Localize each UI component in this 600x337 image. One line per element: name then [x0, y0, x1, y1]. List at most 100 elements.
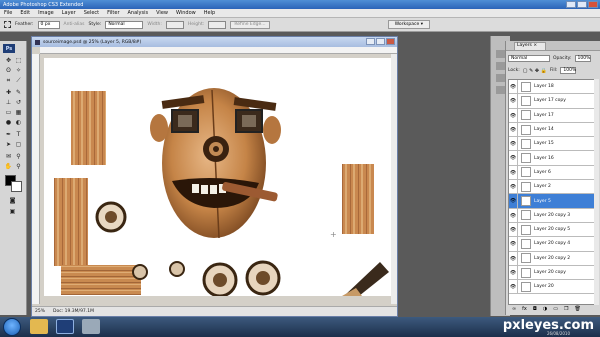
move-tool-icon[interactable]: ✥ — [4, 57, 13, 65]
screen-mode-icon[interactable]: ▣ — [8, 208, 17, 216]
menu-filter[interactable]: Filter — [107, 10, 119, 16]
layer-row[interactable]: 👁 Layer 20 copy 3 — [509, 208, 594, 223]
lasso-tool-icon[interactable]: ʘ — [4, 67, 13, 75]
eye-icon[interactable]: 👁 — [509, 280, 518, 294]
canvas[interactable]: + — [44, 58, 391, 296]
workspace-button[interactable]: Workspace ▾ — [387, 20, 430, 29]
clone-stamp-tool-icon[interactable]: ⊥ — [4, 99, 13, 107]
layer-row[interactable]: 👁 Layer 20 — [509, 280, 594, 295]
minimize-button[interactable] — [566, 1, 576, 8]
antialias-checkbox[interactable]: Anti-alias — [64, 22, 85, 27]
eye-icon[interactable]: 👁 — [509, 180, 518, 194]
background-color-swatch[interactable] — [11, 181, 22, 192]
eye-icon[interactable]: 👁 — [509, 94, 518, 108]
trash-icon[interactable]: 🗑 — [574, 306, 580, 312]
brush-tool-icon[interactable]: ✎ — [14, 89, 23, 97]
feather-input[interactable]: 0 px — [37, 20, 60, 29]
layer-row[interactable]: 👁 Layer 6 — [509, 165, 594, 181]
width-input[interactable] — [165, 20, 184, 29]
blur-tool-icon[interactable]: ● — [4, 119, 13, 127]
layer-row[interactable]: 👁 Layer 18 — [509, 80, 594, 95]
menu-view[interactable]: View — [156, 10, 168, 16]
doc-minimize-button[interactable] — [366, 38, 375, 45]
close-button[interactable] — [588, 1, 598, 8]
pen-tool-icon[interactable]: ✒ — [4, 131, 13, 139]
type-tool-icon[interactable]: T — [14, 131, 23, 139]
layer-row[interactable]: 👁 Layer 15 — [509, 137, 594, 152]
zoom-level[interactable]: 25% — [35, 309, 45, 314]
layer-row[interactable]: 👁 Layer 16 — [509, 151, 594, 166]
layer-row[interactable]: 👁 Layer 17 — [509, 108, 594, 123]
layer-row[interactable]: 👁 Layer 20 copy — [509, 265, 594, 281]
app-taskbar-icon[interactable] — [82, 319, 100, 334]
marquee-tool-icon[interactable] — [4, 21, 11, 28]
menu-file[interactable]: File — [4, 10, 12, 16]
fill-input[interactable]: 100% — [560, 67, 577, 74]
eye-icon[interactable]: 👁 — [509, 137, 518, 151]
layer-row[interactable]: 👁 Layer 17 copy — [509, 94, 594, 109]
eye-icon[interactable]: 👁 — [509, 151, 518, 165]
layer-row[interactable]: 👁 Layer 20 copy 4 — [509, 237, 594, 252]
eyedropper-tool-icon[interactable]: ⚲ — [14, 153, 23, 161]
zoom-tool-icon[interactable]: ⚲ — [14, 163, 23, 171]
eye-icon[interactable]: 👁 — [509, 165, 518, 180]
eye-icon[interactable]: 👁 — [509, 194, 518, 208]
lock-icons[interactable]: ▢ ✎ ✥ 🔒 — [523, 68, 547, 74]
hand-tool-icon[interactable]: ✋ — [4, 163, 13, 171]
tab-layers[interactable]: Layers × — [514, 42, 546, 51]
fx-icon[interactable]: fx — [522, 306, 527, 312]
vertical-scrollbar[interactable] — [391, 54, 397, 304]
eye-icon[interactable]: 👁 — [509, 265, 518, 280]
gradient-tool-icon[interactable]: ▦ — [14, 109, 23, 117]
explorer-taskbar-icon[interactable] — [30, 319, 48, 334]
doc-maximize-button[interactable] — [376, 38, 385, 45]
new-layer-icon[interactable]: ❐ — [564, 306, 568, 312]
menu-layer[interactable]: Layer — [62, 10, 76, 16]
healing-brush-tool-icon[interactable]: ✚ — [4, 89, 13, 97]
document-title-bar[interactable]: sourceimage.psd @ 25% (Layer 5, RGB/8#) — [32, 37, 397, 47]
slice-tool-icon[interactable]: ⟋ — [14, 77, 23, 85]
history-brush-tool-icon[interactable]: ↺ — [14, 99, 23, 107]
layer-row[interactable]: 👁 Layer 20 copy 2 — [509, 251, 594, 266]
path-selection-tool-icon[interactable]: ➤ — [4, 141, 13, 149]
menu-help[interactable]: Help — [204, 10, 215, 16]
start-button[interactable] — [3, 318, 21, 336]
refine-edge-button[interactable]: Refine Edge... — [230, 20, 270, 29]
blend-mode-select[interactable]: Normal — [508, 55, 550, 62]
marquee-tool-icon[interactable]: ⬚ — [14, 57, 23, 65]
menu-image[interactable]: Image — [38, 10, 54, 16]
crop-tool-icon[interactable]: ⌗ — [4, 77, 13, 85]
maximize-button[interactable] — [577, 1, 587, 8]
link-layers-icon[interactable]: ∞ — [512, 306, 516, 312]
group-icon[interactable]: ▭ — [553, 306, 558, 312]
shape-tool-icon[interactable]: ▢ — [14, 141, 23, 149]
height-input[interactable] — [208, 20, 227, 29]
eye-icon[interactable]: 👁 — [509, 251, 518, 265]
layer-row[interactable]: 👁 Layer 20 copy 5 — [509, 222, 594, 238]
eye-icon[interactable]: 👁 — [509, 108, 518, 122]
doc-close-button[interactable] — [386, 38, 395, 45]
opacity-input[interactable]: 100% — [574, 55, 591, 62]
layers-scrollbar[interactable] — [594, 79, 599, 305]
notes-tool-icon[interactable]: ✉ — [4, 153, 13, 161]
layer-row[interactable]: 👁 Layer 2 — [509, 180, 594, 195]
eye-icon[interactable]: 👁 — [509, 208, 518, 222]
menu-window[interactable]: Window — [176, 10, 196, 16]
layer-row[interactable]: 👁 Layer 5 — [509, 194, 594, 209]
eye-icon[interactable]: 👁 — [509, 237, 518, 251]
magic-wand-tool-icon[interactable]: ✧ — [14, 67, 23, 75]
style-select[interactable]: Normal — [105, 20, 144, 29]
layer-row[interactable]: 👁 Layer 14 — [509, 122, 594, 138]
mask-icon[interactable]: ◘ — [533, 306, 537, 312]
eye-icon[interactable]: 👁 — [509, 80, 518, 94]
eraser-tool-icon[interactable]: ▭ — [4, 109, 13, 117]
menu-analysis[interactable]: Analysis — [128, 10, 149, 16]
photoshop-taskbar-icon[interactable] — [56, 319, 74, 334]
eye-icon[interactable]: 👁 — [509, 222, 518, 237]
quick-mask-icon[interactable]: ◙ — [8, 197, 17, 205]
dodge-tool-icon[interactable]: ◐ — [14, 119, 23, 127]
menu-edit[interactable]: Edit — [20, 10, 30, 16]
menu-select[interactable]: Select — [84, 10, 99, 16]
adjustment-icon[interactable]: ◑ — [543, 306, 547, 312]
eye-icon[interactable]: 👁 — [509, 122, 518, 137]
